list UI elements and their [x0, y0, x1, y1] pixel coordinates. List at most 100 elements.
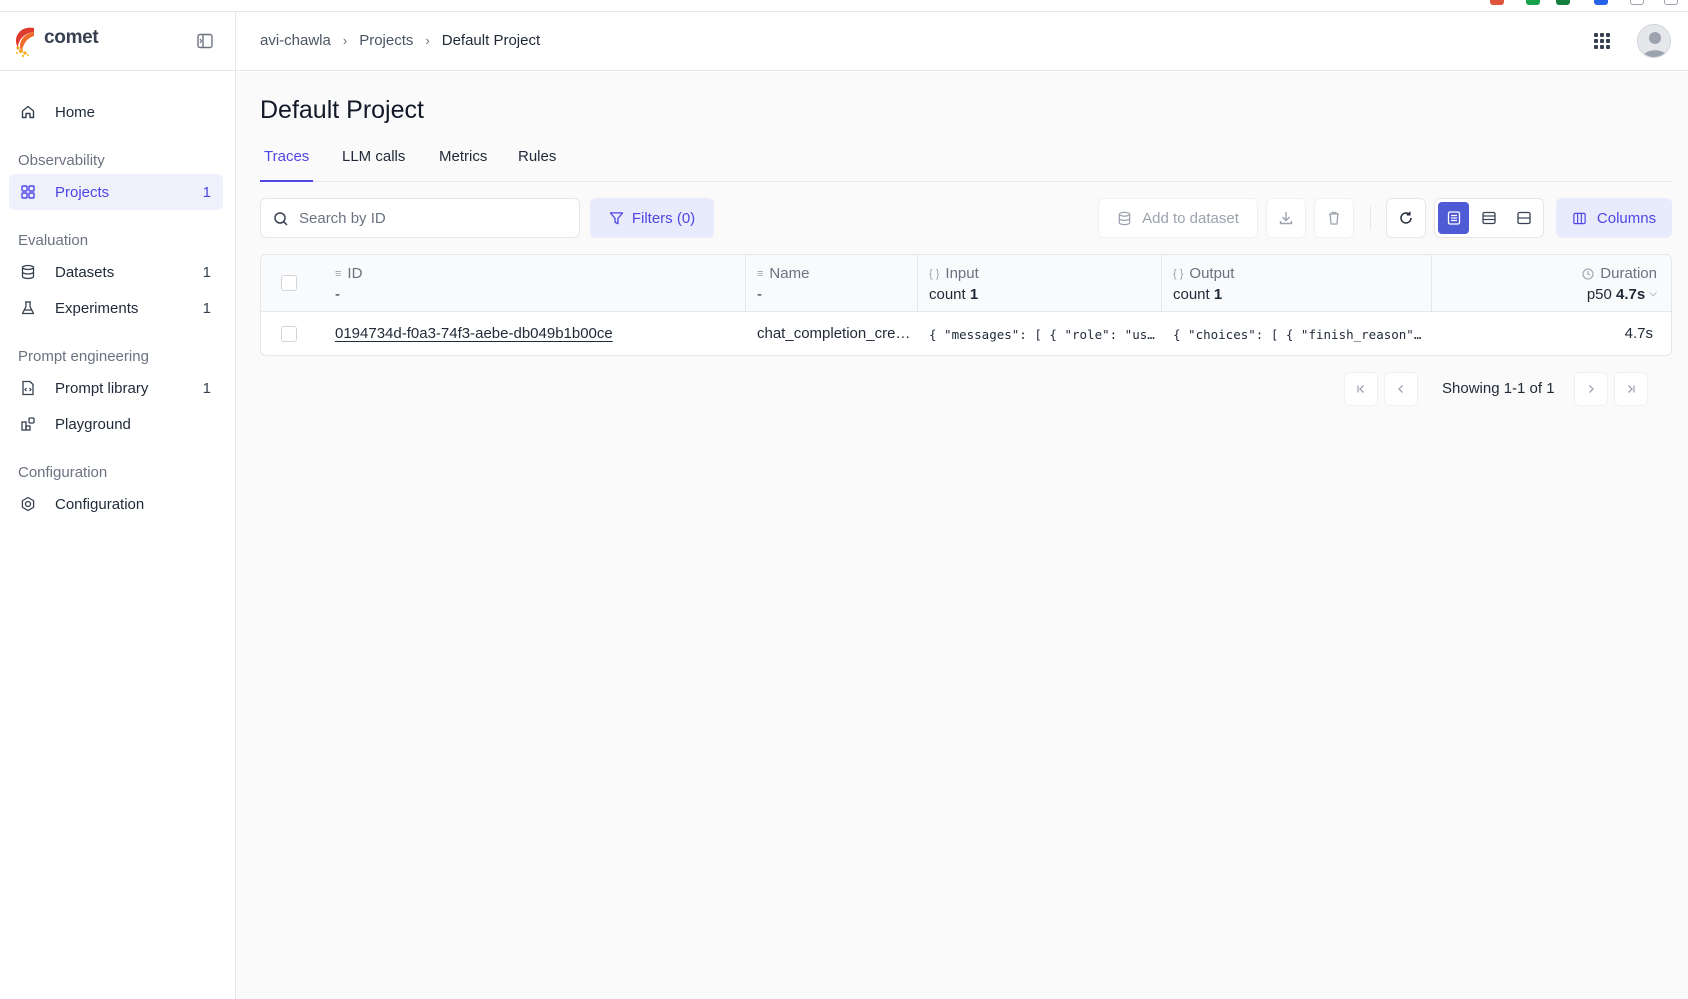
add-to-dataset-button[interactable]: Add to dataset [1098, 198, 1258, 238]
main-content: Default Project Traces LLM calls Metrics… [236, 72, 1688, 999]
rows-medium-icon [1482, 211, 1496, 225]
pagination-status: Showing 1-1 of 1 [1442, 380, 1555, 397]
column-label: Name [769, 265, 810, 282]
sidebar-item-playground[interactable]: Playground [9, 406, 223, 442]
rows-large-icon [1517, 211, 1531, 225]
sidebar: comet Home Observability Projects 1 Eval… [0, 12, 236, 999]
sidebar-item-prompt-library[interactable]: Prompt library 1 [9, 370, 223, 406]
column-stat: - [335, 286, 340, 303]
comet-logo-icon [16, 27, 34, 58]
apps-grid-icon[interactable] [1594, 33, 1610, 49]
row-density-toggle [1434, 198, 1544, 238]
browser-extension-icon[interactable] [1490, 0, 1504, 5]
chevron-left-icon [1398, 385, 1403, 393]
blocks-icon [19, 415, 37, 433]
columns-button[interactable]: Columns [1556, 198, 1672, 238]
last-page-button[interactable] [1614, 372, 1648, 406]
sidebar-item-count: 1 [202, 183, 211, 201]
sidebar-item-label: Home [55, 103, 96, 121]
sidebar-item-label: Playground [55, 415, 131, 433]
pagination: Showing 1-1 of 1 [1344, 372, 1648, 406]
density-large-button[interactable] [1509, 202, 1540, 234]
section-evaluation: Evaluation [18, 232, 89, 249]
breadcrumb-current: Default Project [441, 32, 541, 49]
column-stat-value: 1 [969, 286, 979, 303]
page-title: Default Project [260, 96, 424, 124]
sidebar-item-home[interactable]: Home [9, 94, 223, 130]
delete-button[interactable] [1314, 198, 1354, 238]
tab-rules[interactable]: Rules [514, 142, 560, 182]
sidebar-item-label: Configuration [55, 495, 145, 513]
braces-icon: { } [929, 267, 940, 280]
column-stat-value: 1 [1213, 286, 1223, 303]
braces-icon: { } [1173, 267, 1184, 280]
column-label: Output [1189, 265, 1235, 282]
add-to-dataset-label: Add to dataset [1142, 209, 1239, 227]
tab-llm-calls[interactable]: LLM calls [338, 142, 409, 182]
column-header-duration[interactable]: Duration p50 4.7s ⌵ [1517, 255, 1657, 312]
browser-extension-icon[interactable] [1556, 0, 1570, 5]
breadcrumb-workspace[interactable]: avi-chawla [260, 32, 331, 49]
column-label: ID [347, 265, 363, 282]
home-icon [19, 103, 37, 121]
density-compact-button[interactable] [1438, 202, 1470, 234]
collapse-sidebar-icon[interactable] [196, 32, 214, 50]
database-icon [1118, 211, 1131, 225]
browser-extension-icon[interactable] [1664, 0, 1678, 5]
chevrons-left-icon [1357, 385, 1364, 393]
toolbar-divider [1370, 206, 1371, 230]
browser-extension-icon[interactable] [1630, 0, 1644, 5]
tab-bar: Traces LLM calls Metrics Rules [260, 142, 1672, 182]
avatar[interactable] [1637, 24, 1671, 58]
tab-traces[interactable]: Traces [260, 142, 314, 182]
browser-extension-icon[interactable] [1526, 0, 1540, 5]
browser-extension-icon[interactable] [1594, 0, 1608, 5]
sidebar-header: comet [0, 12, 235, 71]
search-input[interactable] [299, 209, 559, 227]
column-divider [1431, 255, 1432, 312]
traces-table: ≡ ID - ≡ Name - { } Input count 1 { } Output… [260, 254, 1672, 356]
filters-button[interactable]: Filters (0) [590, 198, 714, 238]
sidebar-item-experiments[interactable]: Experiments 1 [9, 290, 223, 326]
next-page-button[interactable] [1574, 372, 1608, 406]
chevron-right-icon [1589, 385, 1594, 393]
clock-icon [1582, 267, 1594, 280]
sidebar-item-projects[interactable]: Projects 1 [9, 174, 223, 210]
chevron-right-icon: › [425, 33, 430, 48]
column-divider [1161, 255, 1162, 312]
column-header-input[interactable]: { } Input count 1 [929, 255, 979, 312]
columns-icon [1573, 212, 1586, 224]
chevrons-right-icon [1628, 385, 1635, 393]
previous-page-button[interactable] [1384, 372, 1418, 406]
comet-logo[interactable]: comet [12, 24, 99, 58]
breadcrumb-projects[interactable]: Projects [359, 32, 413, 49]
column-header-output[interactable]: { } Output count 1 [1173, 255, 1234, 312]
user-icon [1643, 32, 1667, 57]
browser-top-strip [0, 0, 1688, 12]
sidebar-item-label: Prompt library [55, 379, 149, 397]
tab-metrics[interactable]: Metrics [435, 142, 491, 182]
chevron-down-icon[interactable]: ⌵ [1649, 288, 1657, 299]
trace-duration: 4.7s [1624, 325, 1653, 342]
sidebar-item-count: 1 [202, 299, 211, 317]
column-header-id[interactable]: ≡ ID - [335, 255, 362, 312]
row-checkbox[interactable] [281, 326, 297, 342]
trace-id-link[interactable]: 0194734d-f0a3-74f3-aebe-db049b1b00ce [335, 325, 735, 342]
rows-compact-icon [1447, 211, 1460, 225]
first-page-button[interactable] [1344, 372, 1378, 406]
refresh-button[interactable] [1386, 198, 1426, 238]
density-medium-button[interactable] [1473, 202, 1504, 234]
sidebar-item-datasets[interactable]: Datasets 1 [9, 254, 223, 290]
column-label: Input [945, 265, 979, 282]
column-stat-prefix: count [929, 286, 966, 303]
download-button[interactable] [1266, 198, 1306, 238]
column-header-name[interactable]: ≡ Name - [757, 255, 809, 312]
sidebar-item-configuration[interactable]: Configuration [9, 486, 223, 522]
sidebar-item-label: Datasets [55, 263, 115, 281]
search-box [260, 198, 580, 238]
trace-output: { "choices": [ { "finish_reason": "… [1173, 327, 1427, 342]
top-header: avi-chawla › Projects › Default Project [236, 12, 1688, 71]
columns-label: Columns [1596, 209, 1657, 227]
select-all-checkbox[interactable] [281, 275, 297, 291]
table-row[interactable]: 0194734d-f0a3-74f3-aebe-db049b1b00ce cha… [261, 312, 1671, 355]
